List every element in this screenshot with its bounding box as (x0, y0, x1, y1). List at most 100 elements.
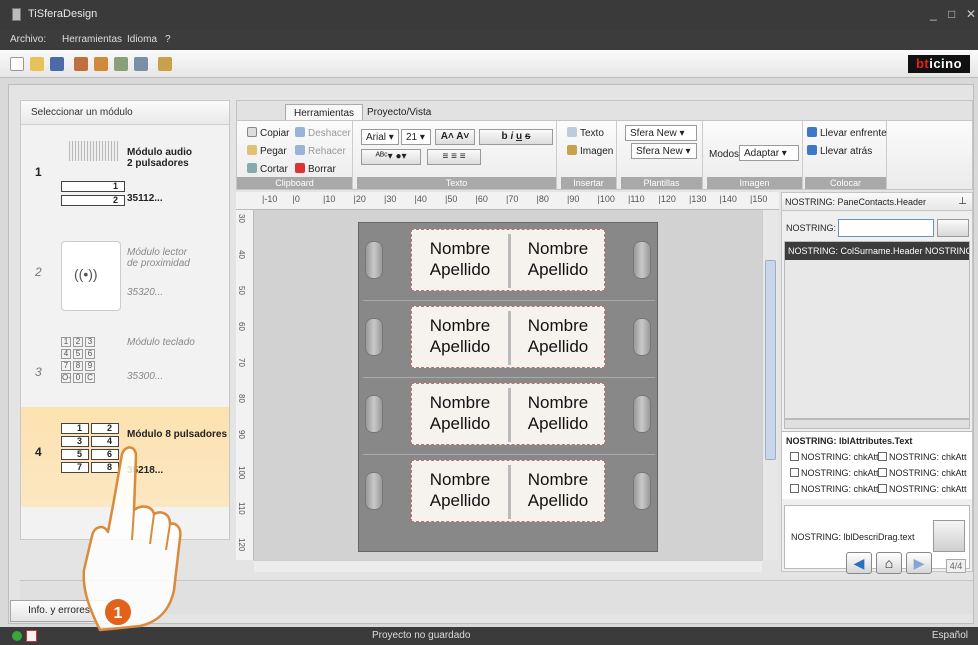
scroll-thumb[interactable] (765, 260, 776, 460)
nameplate-text-right[interactable]: Nombre Apellido (512, 315, 604, 357)
template-select-2[interactable]: Sfera New ▾ (631, 143, 697, 159)
nameplate-text-left[interactable]: Nombre Apellido (414, 238, 506, 280)
attribute-checkbox[interactable]: NOSTRING: chkAtt (790, 468, 879, 478)
ruler-tick-label: |100 (597, 194, 615, 204)
insert-image-button[interactable]: Imagen (567, 145, 613, 157)
text-style-buttons[interactable]: b i u s (479, 129, 553, 145)
canvas-vertical-scrollbar[interactable] (762, 210, 778, 560)
call-button-right[interactable] (633, 318, 651, 356)
call-button-left[interactable] (365, 318, 383, 356)
module-button: 2 (91, 423, 119, 434)
delete-button[interactable]: Borrar (295, 163, 336, 175)
menu-help[interactable]: ? (165, 34, 171, 45)
row-divider (363, 300, 655, 301)
info-errors-button[interactable]: Info. y errores (10, 600, 108, 622)
export-icon[interactable] (74, 57, 88, 71)
tab-herramientas[interactable]: Herramientas (285, 104, 364, 121)
import-icon[interactable] (94, 57, 108, 71)
ruler-tick-label: |-10 (262, 194, 278, 204)
attribute-checkbox[interactable]: NOSTRING: chkAtt (878, 468, 967, 478)
contact-search-input[interactable] (838, 219, 934, 237)
cut-button[interactable]: Cortar (247, 163, 288, 175)
minimize-button[interactable]: _ (930, 7, 937, 21)
attribute-checkbox[interactable]: NOSTRING: chkAtt (790, 484, 879, 494)
bring-front-button[interactable]: Llevar enfrente (807, 127, 887, 139)
ruler-tick-label: 90 (237, 430, 246, 439)
template-select-1[interactable]: Sfera New ▾ (625, 125, 697, 141)
call-button-right[interactable] (633, 472, 651, 510)
back-button[interactable]: ◀ (846, 552, 872, 574)
nameplate-text-left[interactable]: Nombre Apellido (414, 392, 506, 434)
send-icon[interactable] (114, 57, 128, 71)
font-grow-shrink-button[interactable]: A˄ A˅ (435, 129, 475, 145)
align-buttons[interactable]: ≡ ≡ ≡ (427, 149, 481, 165)
attribute-checkbox[interactable]: NOSTRING: chkAtt (878, 452, 967, 462)
ruler-tick-label: |20 (353, 194, 366, 204)
call-button-right[interactable] (633, 241, 651, 279)
attribute-checkbox[interactable]: NOSTRING: chkAtt (790, 452, 879, 462)
call-button-right[interactable] (633, 395, 651, 433)
nameplate[interactable]: Nombre Apellido Nombre Apellido (411, 306, 605, 368)
canvas-horizontal-scrollbar[interactable] (254, 560, 762, 572)
ruler-tick-label: 40 (237, 250, 246, 259)
module-item-audio[interactable]: 1 1 2 Módulo audio 2 pulsadores 35112... (21, 127, 229, 227)
pin-icon[interactable]: ⊥ (958, 196, 967, 207)
font-select[interactable]: Arial ▾ (361, 129, 399, 145)
design-canvas[interactable]: Nombre Apellido Nombre Apellido Nombre Ape… (254, 210, 762, 560)
contacts-grid[interactable]: NOSTRING: ColSurname.Header NOSTRING: (784, 241, 970, 419)
module-button: 2 (61, 195, 125, 206)
ruler-tick-label: |50 (445, 194, 458, 204)
module-item-8-buttons[interactable]: 4 1 2 3 4 5 6 7 8 Módulo 8 pulsadores 35… (21, 407, 229, 507)
ruler-tick-label: |90 (567, 194, 580, 204)
undo-button[interactable]: Deshacer (295, 127, 351, 139)
nameplate-text-left[interactable]: Nombre Apellido (414, 315, 506, 357)
text-color-button[interactable]: ᴬᴮᶜ▾ ●▾ (361, 149, 421, 165)
send-back-button[interactable]: Llevar atrás (807, 145, 872, 157)
contacts-pane: NOSTRING: PaneContacts.Header ⊥ NOSTRING… (781, 192, 973, 572)
open-folder-icon[interactable] (30, 57, 44, 71)
home-button[interactable]: ⌂ (876, 552, 902, 574)
contacts-horizontal-scrollbar[interactable] (784, 419, 970, 429)
nameplate-text-right[interactable]: Nombre Apellido (512, 469, 604, 511)
nameplate[interactable]: Nombre Apellido Nombre Apellido (411, 460, 605, 522)
nameplate-text-left[interactable]: Nombre Apellido (414, 469, 506, 511)
paste-button[interactable]: Pegar (247, 145, 287, 157)
call-button-left[interactable] (365, 395, 383, 433)
image-mode-select[interactable]: Adaptar ▾ (739, 145, 799, 161)
door-panel-plate[interactable]: Nombre Apellido Nombre Apellido Nombre Ape… (358, 222, 658, 552)
nameplate[interactable]: Nombre Apellido Nombre Apellido (411, 229, 605, 291)
menu-herramientas[interactable]: Herramientas (62, 34, 122, 45)
forward-button[interactable]: ▶ (906, 552, 932, 574)
undo-icon (295, 127, 305, 137)
module-button: 1 (61, 181, 125, 192)
close-button[interactable]: ✕ (966, 7, 976, 21)
menu-idioma[interactable]: Idioma (127, 34, 157, 45)
module-code: 35300... (127, 371, 164, 382)
copy-button[interactable]: Copiar (247, 127, 289, 139)
module-button: 5 (61, 449, 89, 460)
print-icon[interactable] (134, 57, 148, 71)
save-icon[interactable] (50, 57, 64, 71)
drag-handle-button[interactable] (933, 520, 965, 552)
module-code: 35218... (127, 465, 164, 476)
nameplate-text-right[interactable]: Nombre Apellido (512, 392, 604, 434)
font-size-select[interactable]: 21 ▾ (401, 129, 431, 145)
tab-proyecto-vista[interactable]: Proyecto/Vista (359, 104, 439, 121)
nameplate[interactable]: Nombre Apellido Nombre Apellido (411, 383, 605, 445)
insert-text-button[interactable]: Texto (567, 127, 604, 139)
bottom-navigation-bar (20, 580, 973, 614)
contact-search-button[interactable] (937, 219, 969, 237)
new-file-icon[interactable] (10, 57, 24, 71)
ruler-tick-label: |10 (323, 194, 336, 204)
menu-archivo[interactable]: Archivo: (10, 34, 46, 45)
attribute-checkbox[interactable]: NOSTRING: chkAtt (878, 484, 967, 494)
nameplate-text-right[interactable]: Nombre Apellido (512, 238, 604, 280)
redo-button[interactable]: Rehacer (295, 145, 346, 157)
call-button-left[interactable] (365, 241, 383, 279)
maximize-button[interactable]: □ (948, 7, 955, 21)
module-item-proximity[interactable]: 2 ((•)) Módulo lector de proximidad 3532… (21, 227, 229, 327)
contacts-grid-header[interactable]: NOSTRING: ColSurname.Header NOSTRING: (785, 242, 969, 260)
tools-icon[interactable] (158, 57, 172, 71)
key: 1 (61, 337, 71, 347)
call-button-left[interactable] (365, 472, 383, 510)
